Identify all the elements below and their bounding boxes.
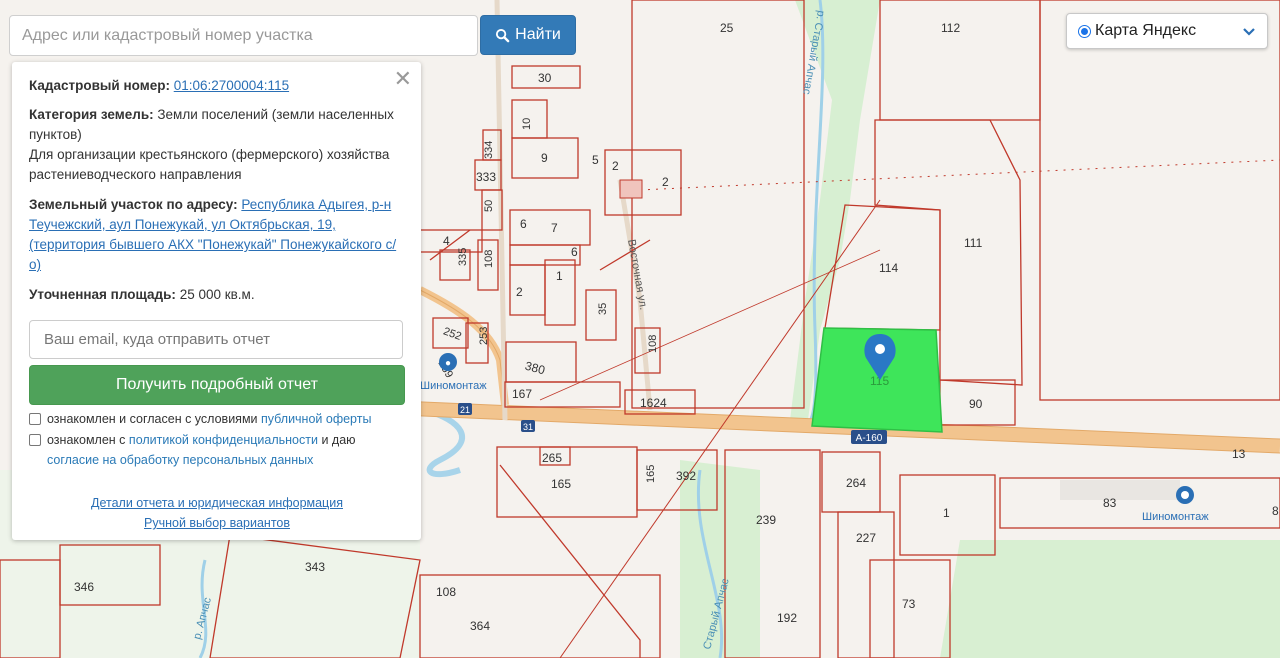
- poi-label: Шиномонтаж: [420, 380, 487, 392]
- parcel-number: 25: [720, 21, 734, 35]
- parcel-number: 334: [483, 141, 495, 159]
- consent-text: ознакомлен с: [47, 433, 126, 447]
- chevron-down-icon: [1243, 28, 1255, 36]
- search-icon: [496, 28, 510, 42]
- consent-text: ознакомлен и согласен с условиями: [47, 412, 258, 426]
- area-row: Уточненная площадь: 25 000 кв.м.: [29, 285, 405, 305]
- svg-text:●: ●: [445, 358, 451, 369]
- parcel-number: 111: [964, 236, 983, 250]
- parcel-number: 13: [1232, 447, 1246, 461]
- offer-consent-checkbox[interactable]: [29, 413, 41, 425]
- report-details-link[interactable]: Детали отчета и юридическая информация: [91, 496, 343, 510]
- parcel-number: 1624: [640, 396, 667, 410]
- category-label: Категория земель:: [29, 107, 154, 122]
- manual-selection-link[interactable]: Ручной выбор вариантов: [144, 516, 290, 530]
- area-label: Уточненная площадь:: [29, 287, 176, 302]
- parcel-number: 346: [74, 580, 94, 594]
- map-type-select[interactable]: Карта Яндекс: [1066, 13, 1268, 49]
- radio-selected-icon: [1078, 24, 1091, 38]
- parcel-number: 192: [777, 611, 797, 625]
- privacy-policy-link[interactable]: политикой конфиденциальности: [129, 433, 318, 447]
- parcel-number: 4: [443, 234, 450, 248]
- parcel-number: 239: [756, 513, 776, 527]
- close-icon[interactable]: ✕: [394, 68, 412, 90]
- parcel-number: 253: [478, 327, 490, 345]
- get-report-button[interactable]: Получить подробный отчет: [29, 365, 405, 405]
- find-button-label: Найти: [515, 26, 561, 43]
- search-input[interactable]: [9, 15, 478, 56]
- cadastral-row: Кадастровый номер: 01:06:2700004:115: [29, 76, 405, 96]
- address-label: Земельный участок по адресу:: [29, 197, 238, 212]
- parcel-number: 50: [483, 200, 495, 212]
- address-row: Земельный участок по адресу: Республика …: [29, 195, 405, 275]
- parcel-number: 364: [470, 619, 490, 633]
- route-label: 31: [523, 422, 533, 432]
- parcel-number: 165: [645, 465, 657, 483]
- route-label: 21: [460, 405, 470, 415]
- parcel-number: 108: [647, 335, 659, 353]
- cadastral-number-link[interactable]: 01:06:2700004:115: [174, 78, 289, 93]
- parcel-number: 35: [597, 303, 609, 315]
- parcel-number: 2: [662, 175, 669, 189]
- email-field[interactable]: [29, 320, 403, 359]
- bottom-links: Детали отчета и юридическая информация Р…: [29, 493, 405, 533]
- cadastral-label: Кадастровый номер:: [29, 78, 170, 93]
- parcel-number: 6: [520, 217, 527, 231]
- map-type-label: Карта Яндекс: [1095, 22, 1197, 39]
- parcel-number: 165: [551, 477, 571, 491]
- consent-text: и даю: [321, 433, 356, 447]
- find-button[interactable]: Найти: [480, 15, 576, 55]
- parcel-number: 167: [512, 387, 532, 401]
- poi-label: Шиномонтаж: [1142, 511, 1209, 523]
- parcel-number: 108: [483, 250, 495, 268]
- parcel-number: 30: [538, 71, 552, 85]
- parcel-number: 7: [551, 221, 558, 235]
- category-row: Категория земель: Земли поселений (земли…: [29, 105, 405, 145]
- parcel-number: 6: [571, 245, 578, 259]
- parcel-number: 333: [476, 170, 496, 184]
- parcel-number: 343: [305, 560, 325, 574]
- usage-value: Для организации крестьянского (фермерско…: [29, 147, 390, 182]
- parcel-info-panel: ✕ Кадастровый номер: 01:06:2700004:115 К…: [12, 62, 421, 540]
- parcel-number: 265: [542, 451, 562, 465]
- parcel-number: 227: [856, 531, 876, 545]
- road-label: А-160: [856, 433, 883, 444]
- parcel-number: 392: [676, 469, 696, 483]
- parcel-number: 90: [969, 397, 983, 411]
- parcel-number: 83: [1103, 496, 1117, 510]
- parcel-number: 10: [521, 118, 533, 130]
- offer-consent-row: ознакомлен и согласен с условиями публич…: [29, 409, 405, 429]
- privacy-consent-checkbox[interactable]: [29, 434, 41, 446]
- personal-data-consent-link[interactable]: согласие на обработку персональных данны…: [47, 453, 313, 467]
- parcel-number: 264: [846, 476, 866, 490]
- area-value: 25 000 кв.м.: [179, 287, 255, 302]
- parcel-number: 73: [902, 597, 916, 611]
- parcel-number: 108: [436, 585, 456, 599]
- public-offer-link[interactable]: публичной оферты: [261, 412, 371, 426]
- parcel-number: 5: [592, 153, 599, 167]
- parcel-number: 2: [516, 285, 523, 299]
- parcel-number: 1: [943, 506, 950, 520]
- parcel-number: 335: [457, 248, 469, 266]
- privacy-consent-row: ознакомлен с политикой конфиденциальност…: [29, 430, 405, 470]
- parcel-number: 2: [612, 159, 619, 173]
- parcel-number: 114: [879, 261, 898, 275]
- parcel-number: 112: [941, 21, 960, 35]
- parcel-number: 1: [556, 269, 563, 283]
- parcel-number: 8: [1272, 504, 1279, 518]
- parcel-number: 9: [541, 151, 548, 165]
